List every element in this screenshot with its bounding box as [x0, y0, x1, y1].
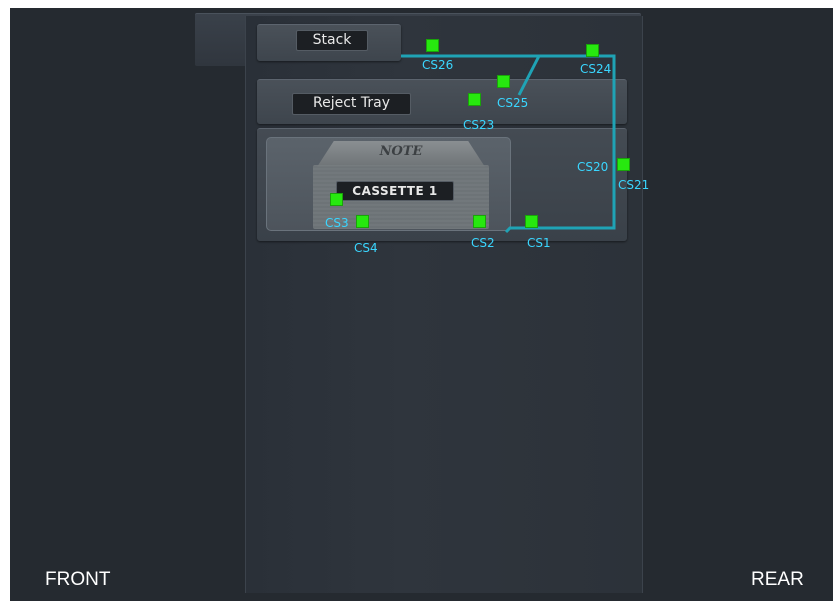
- sensor-cs1: [525, 215, 538, 228]
- sensor-label-cs23: CS23: [463, 118, 495, 132]
- note-path: [401, 54, 616, 234]
- rear-label: REAR: [751, 569, 804, 590]
- sensor-label-cs1: CS1: [527, 236, 551, 250]
- sensor-label-cs25: CS25: [497, 96, 529, 110]
- sensor-cs4: [356, 215, 369, 228]
- sensor-label-cs24: CS24: [580, 62, 612, 76]
- sensor-label-cs4: CS4: [354, 241, 378, 255]
- sensor-cs23: [468, 93, 481, 106]
- sensor-cs25: [497, 75, 510, 88]
- sensor-cs2: [473, 215, 486, 228]
- sensor-label-cs2: CS2: [471, 236, 495, 250]
- sensor-cs26: [426, 39, 439, 52]
- sensor-label-cs21: CS21: [618, 178, 650, 192]
- sensor-label-cs20: CS20: [577, 160, 609, 174]
- front-label: FRONT: [45, 569, 111, 590]
- sensor-cs20: [617, 158, 630, 171]
- sensor-label-cs3: CS3: [325, 216, 349, 230]
- note-path-branch: [517, 55, 541, 96]
- sensor-cs3: [330, 193, 343, 206]
- sensor-label-cs26: CS26: [422, 58, 454, 72]
- sensor-cs24: [586, 44, 599, 57]
